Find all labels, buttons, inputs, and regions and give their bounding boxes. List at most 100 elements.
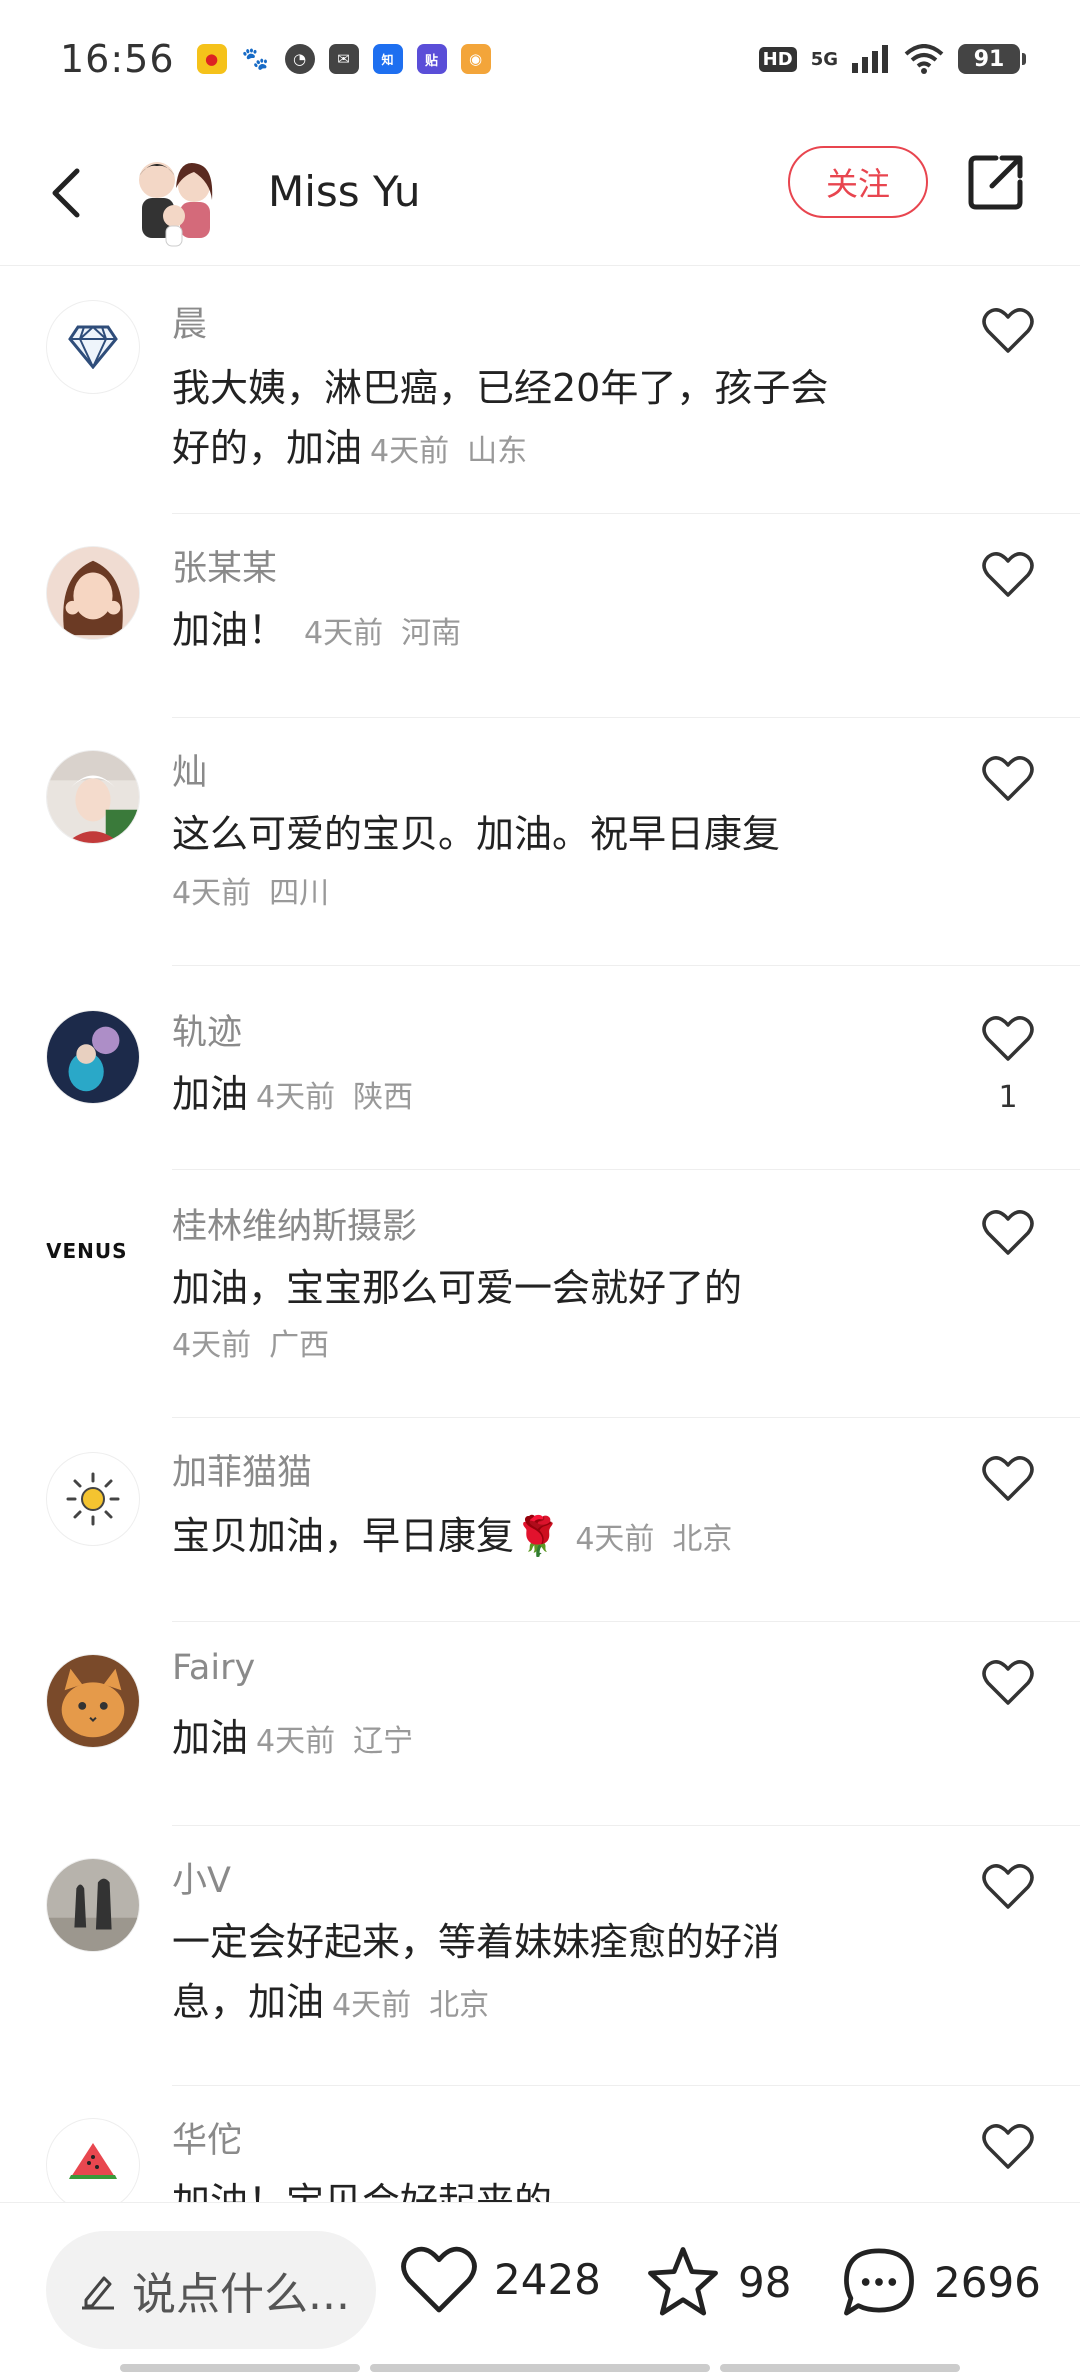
comment-text: 这么可爱的宝贝。加油。祝早日康复 bbox=[172, 804, 892, 864]
gesture-bar bbox=[120, 2364, 960, 2372]
avatar[interactable] bbox=[46, 1452, 140, 1546]
status-bar: 16:56 ● 🐾 ◔ ✉ 知 贴 ◉ HD 5G 91 bbox=[0, 0, 1080, 118]
comment-line-wrap: 加油！ 4天前 河南 bbox=[172, 600, 892, 664]
heart-icon bbox=[982, 1456, 1034, 1501]
comment-username[interactable]: 张某某 bbox=[172, 540, 277, 591]
comment-meta: 4天前 北京 bbox=[575, 1522, 732, 1557]
avatar[interactable] bbox=[46, 1858, 140, 1952]
comment-text: 加油！ 4天前 河南 bbox=[172, 600, 892, 664]
comment-location: 河南 bbox=[401, 616, 462, 651]
avatar[interactable] bbox=[46, 546, 140, 640]
comment-count: 2696 bbox=[934, 2257, 1041, 2307]
comment-username[interactable]: 桂林维纳斯摄影 bbox=[172, 1198, 417, 1249]
watermelon-icon bbox=[69, 2143, 117, 2179]
like-button[interactable] bbox=[972, 748, 1044, 808]
comment-time: 4天前 bbox=[172, 1328, 252, 1363]
top-nav: Miss Yu 关注 bbox=[0, 118, 1080, 266]
comment-line: 这么可爱的宝贝。加油。祝早日康复 bbox=[172, 812, 781, 856]
bottom-action-bar: 说点什么... 2428 98 2696 bbox=[0, 2202, 1080, 2376]
like-button[interactable] bbox=[972, 2116, 1044, 2176]
avatar[interactable] bbox=[46, 1654, 140, 1748]
comment-meta: 4天前 陕西 bbox=[256, 1080, 413, 1115]
avatar[interactable] bbox=[46, 750, 140, 844]
chevron-left-icon bbox=[52, 168, 80, 218]
game-icon: ◔ bbox=[284, 44, 315, 74]
comment-location: 辽宁 bbox=[353, 1724, 414, 1759]
comment-username[interactable]: Fairy bbox=[172, 1648, 255, 1688]
like-button[interactable] bbox=[972, 1652, 1044, 1712]
like-stat-button[interactable]: 2428 bbox=[400, 2245, 601, 2313]
comment-item: 华佗 加油！宝贝会好起来的 bbox=[0, 2086, 1080, 2202]
comment-list[interactable]: 晨 我大姨，淋巴癌，已经20年了，孩子会 好的，加油 4天前 山东 张某某 加油！ 4… bbox=[0, 266, 1080, 2202]
comment-line-wrap: 加油 4天前 辽宁 bbox=[172, 1708, 892, 1772]
comment-line: 加油！宝贝会好起来的 bbox=[172, 2180, 553, 2202]
comment-line: 加油，宝宝那么可爱一会就好了的 bbox=[172, 1266, 743, 1310]
comment-username[interactable]: 灿 bbox=[172, 744, 207, 795]
comment-username[interactable]: 晨 bbox=[172, 296, 207, 347]
battery-level: 91 bbox=[973, 46, 1005, 72]
comment-meta: 4天前 山东 bbox=[370, 434, 527, 469]
sun-icon bbox=[66, 1472, 120, 1526]
comment-text: 一定会好起来，等着妹妹痊愈的好消 息，加油 4天前 北京 bbox=[172, 1912, 892, 2036]
author-name[interactable]: Miss Yu bbox=[268, 158, 420, 226]
comment-location: 北京 bbox=[429, 1988, 490, 2023]
comment-item: VENUS 桂林维纳斯摄影 加油，宝宝那么可爱一会就好了的 4天前 广西 bbox=[0, 1170, 1080, 1418]
comment-time: 4天前 bbox=[370, 434, 450, 469]
comment-line-wrap: 好的，加油 4天前 山东 bbox=[172, 418, 892, 482]
tieba-icon: 贴 bbox=[416, 44, 447, 74]
comment-username[interactable]: 小V bbox=[172, 1852, 231, 1903]
comment-line: 加油！ bbox=[172, 608, 287, 652]
comment-location: 北京 bbox=[672, 1522, 733, 1557]
zhihu-icon: 知 bbox=[372, 44, 403, 74]
comment-meta: 4天前 辽宁 bbox=[256, 1724, 413, 1759]
share-icon bbox=[968, 155, 1023, 210]
like-button[interactable] bbox=[972, 1008, 1044, 1068]
comment-username[interactable]: 轨迹 bbox=[172, 1004, 242, 1055]
comment-line: 我大姨，淋巴癌，已经20年了，孩子会 bbox=[172, 366, 829, 410]
comment-username[interactable]: 加菲猫猫 bbox=[172, 1444, 312, 1495]
status-right: HD 5G 91 bbox=[758, 44, 1026, 74]
like-button[interactable] bbox=[972, 1856, 1044, 1916]
like-button[interactable] bbox=[972, 544, 1044, 604]
avatar[interactable] bbox=[46, 2118, 140, 2202]
favorite-stat-button[interactable]: 98 bbox=[644, 2245, 791, 2319]
comment-username[interactable]: 华佗 bbox=[172, 2112, 242, 2163]
network-label: 5G bbox=[810, 48, 838, 70]
status-app-icons: ● 🐾 ◔ ✉ 知 贴 ◉ bbox=[196, 44, 491, 74]
comment-line: 好的，加油 bbox=[172, 426, 363, 470]
comment-line: 宝贝加油，早日康复🌹 bbox=[172, 1514, 562, 1558]
comment-item: 张某某 加油！ 4天前 河南 bbox=[0, 514, 1080, 718]
heart-icon bbox=[982, 1864, 1034, 1909]
heart-icon bbox=[982, 756, 1034, 801]
mail-icon: ✉ bbox=[328, 44, 359, 74]
like-button[interactable] bbox=[972, 1448, 1044, 1508]
favorite-count: 98 bbox=[738, 2257, 792, 2307]
avatar-logo-text: VENUS bbox=[46, 1239, 128, 1263]
like-button[interactable] bbox=[972, 1202, 1044, 1262]
comment-stat-button[interactable]: 2696 bbox=[840, 2245, 1041, 2319]
comment-time: 4天前 bbox=[172, 876, 252, 911]
like-button[interactable] bbox=[972, 300, 1044, 360]
comment-text: 加油 4天前 陕西 bbox=[172, 1064, 892, 1128]
heart-icon bbox=[982, 2124, 1034, 2169]
wifi-icon bbox=[904, 44, 944, 74]
family-cartoon-avatar-icon bbox=[122, 142, 232, 252]
avatar[interactable] bbox=[46, 1010, 140, 1104]
comment-meta: 4天前 河南 bbox=[304, 616, 461, 651]
back-button[interactable] bbox=[36, 158, 96, 228]
avatar[interactable]: VENUS bbox=[46, 1204, 140, 1298]
share-button[interactable] bbox=[960, 146, 1032, 218]
avatar[interactable] bbox=[46, 300, 140, 394]
comment-time: 4天前 bbox=[304, 616, 384, 651]
heart-icon bbox=[401, 2246, 477, 2313]
heart-icon bbox=[982, 552, 1034, 597]
comment-item: 晨 我大姨，淋巴癌，已经20年了，孩子会 好的，加油 4天前 山东 bbox=[0, 266, 1080, 514]
follow-button[interactable]: 关注 bbox=[788, 146, 928, 218]
user-photo-icon bbox=[47, 1859, 139, 1951]
status-time: 16:56 bbox=[60, 37, 175, 81]
author-avatar[interactable] bbox=[122, 142, 232, 252]
comment-input[interactable]: 说点什么... bbox=[46, 2231, 376, 2349]
comment-location: 广西 bbox=[269, 1328, 330, 1363]
cat-photo-icon bbox=[47, 1655, 139, 1747]
comment-location: 山东 bbox=[467, 434, 528, 469]
